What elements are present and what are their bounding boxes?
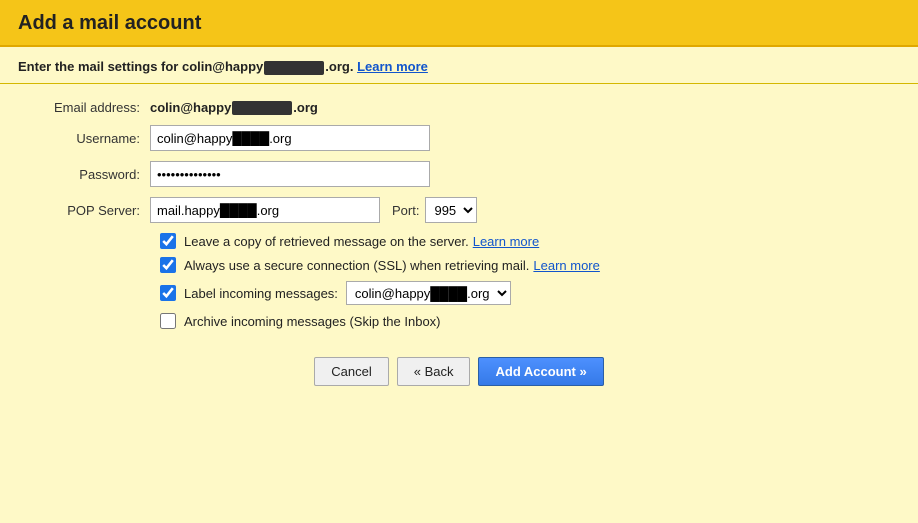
port-select[interactable]: 995 110	[425, 197, 477, 223]
buttons-row: Cancel « Back Add Account »	[30, 357, 888, 386]
checkbox-row-1: Leave a copy of retrieved message on the…	[160, 233, 888, 249]
subheader-row: Enter the mail settings for colin@happy …	[0, 47, 918, 84]
checkbox-label-incoming[interactable]	[160, 285, 176, 301]
cancel-button[interactable]: Cancel	[314, 357, 388, 386]
pop-server-input[interactable]	[150, 197, 380, 223]
redacted-email	[232, 101, 292, 115]
form-area: Email address: colin@happy .org Username…	[0, 84, 918, 403]
password-input[interactable]	[150, 161, 430, 187]
username-input[interactable]	[150, 125, 430, 151]
checkbox-ssl[interactable]	[160, 257, 176, 273]
add-account-button[interactable]: Add Account »	[478, 357, 603, 386]
checkbox-archive-label: Archive incoming messages (Skip the Inbo…	[184, 314, 441, 329]
email-value: colin@happy .org	[150, 100, 318, 116]
checkbox-archive[interactable]	[160, 313, 176, 329]
subheader-text: Enter the mail settings for colin@happy …	[18, 59, 357, 74]
checkbox-leave-copy-label: Leave a copy of retrieved message on the…	[184, 234, 469, 249]
checkbox-leave-copy-learn-more[interactable]: Learn more	[473, 234, 539, 249]
checkbox-row-4: Archive incoming messages (Skip the Inbo…	[160, 313, 888, 329]
redacted-domain-sub	[264, 61, 324, 75]
username-label: Username:	[30, 131, 150, 146]
dialog-title: Add a mail account	[18, 12, 900, 35]
port-label: Port:	[392, 203, 419, 218]
checkbox-label-incoming-label: Label incoming messages:	[184, 286, 338, 301]
username-row: Username: (function(){ var d = JSON.pars…	[30, 125, 888, 151]
email-row: Email address: colin@happy .org	[30, 100, 888, 116]
pop-server-label: POP Server:	[30, 203, 150, 218]
email-label: Email address:	[30, 100, 150, 115]
dialog-header: Add a mail account	[0, 0, 918, 47]
checkbox-leave-copy[interactable]	[160, 233, 176, 249]
subheader-learn-more-link[interactable]: Learn more	[357, 59, 428, 74]
password-label: Password:	[30, 167, 150, 182]
checkbox-ssl-label: Always use a secure connection (SSL) whe…	[184, 258, 529, 273]
back-button[interactable]: « Back	[397, 357, 471, 386]
checkbox-options: Leave a copy of retrieved message on the…	[160, 233, 888, 329]
checkbox-ssl-learn-more[interactable]: Learn more	[533, 258, 599, 273]
label-incoming-select[interactable]: colin@happy████.org	[346, 281, 511, 305]
checkbox-row-3: Label incoming messages: colin@happy████…	[160, 281, 888, 305]
pop-server-row: POP Server: Port: 995 110 (function(){ v…	[30, 197, 888, 223]
password-row: Password:	[30, 161, 888, 187]
checkbox-row-2: Always use a secure connection (SSL) whe…	[160, 257, 888, 273]
